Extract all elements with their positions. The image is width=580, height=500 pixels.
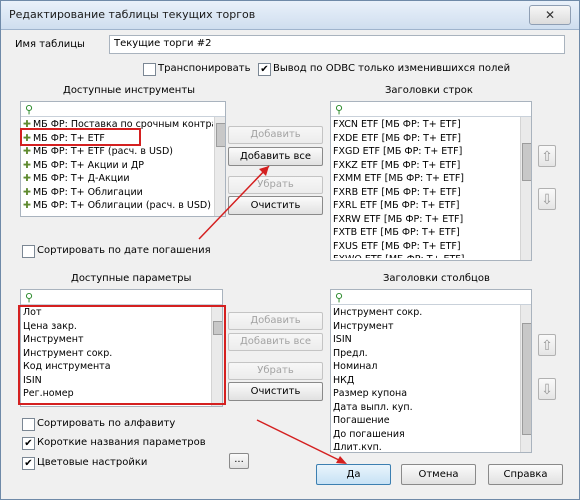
- annotation-arrows: [198, 165, 347, 464]
- arrow-line: [256, 419, 346, 464]
- arrow-line: [198, 165, 270, 240]
- dialog-window: Редактирование таблицы текущих торгов ✕ …: [0, 0, 580, 500]
